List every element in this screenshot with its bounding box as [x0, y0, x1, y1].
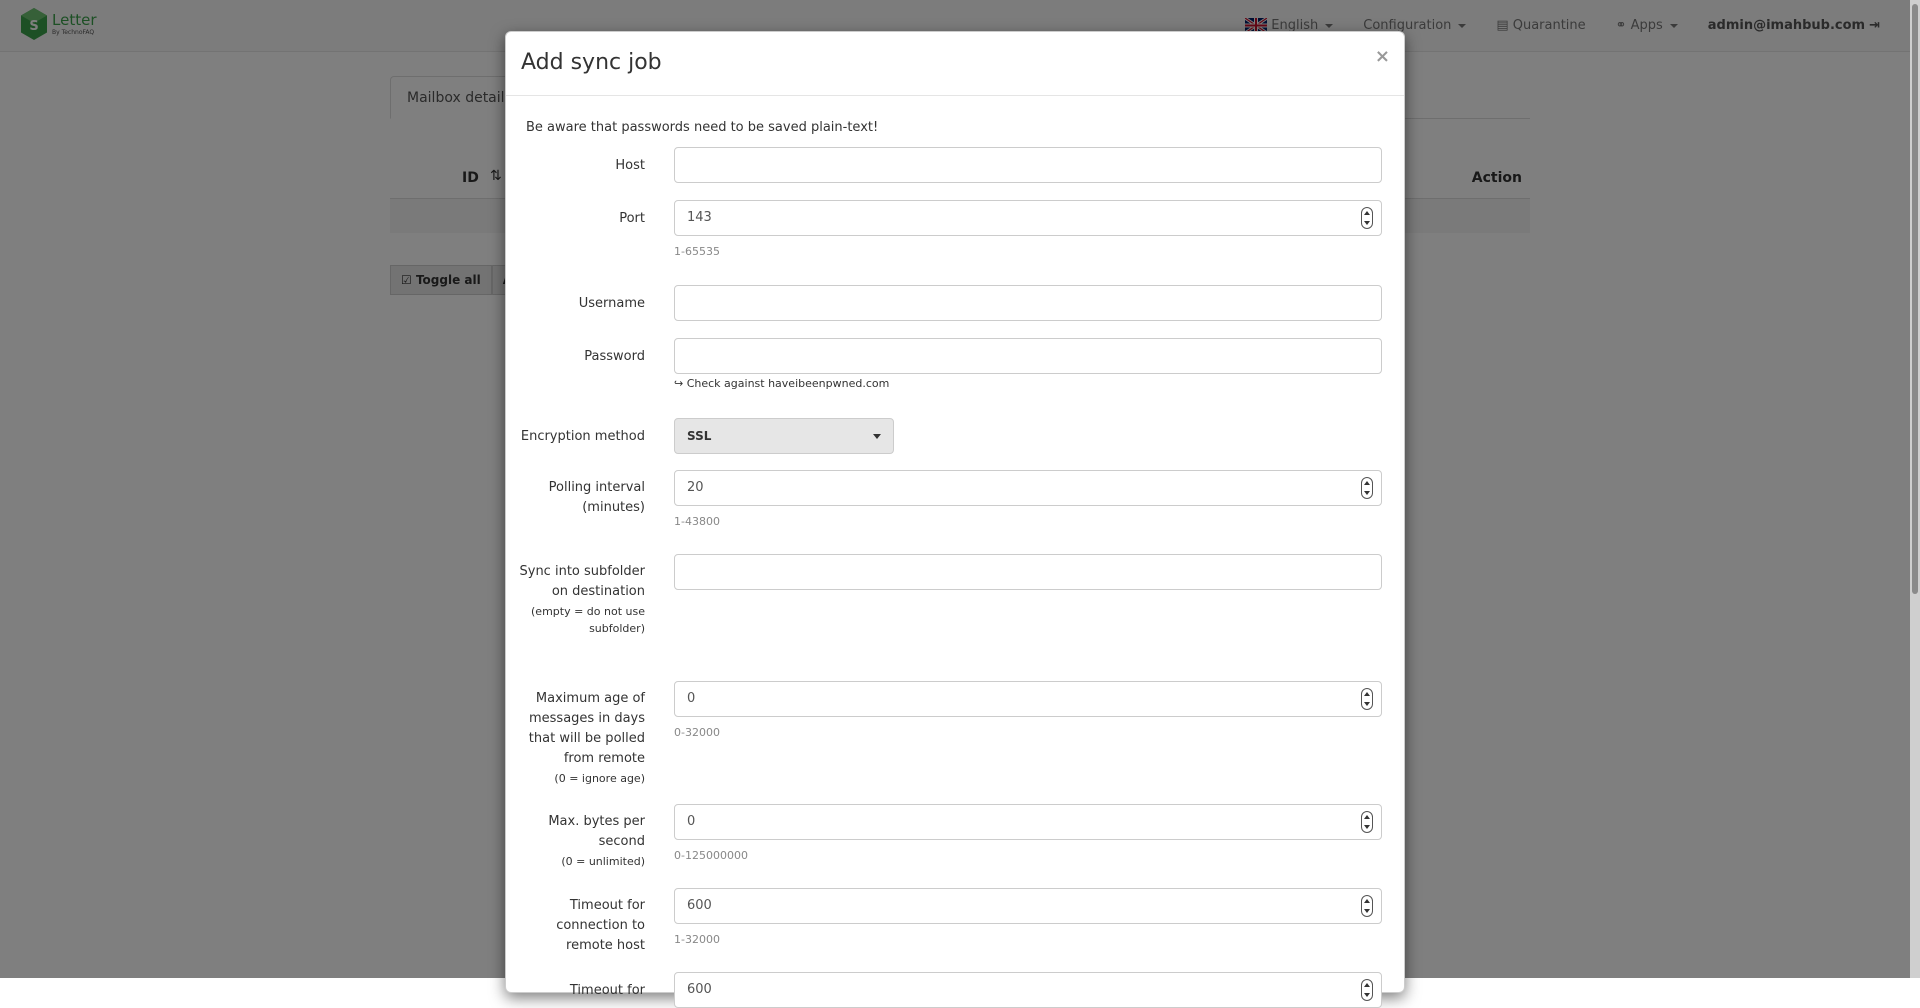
- timeout-local-stepper[interactable]: [1361, 979, 1373, 1001]
- maxage-input[interactable]: 0: [674, 681, 1382, 717]
- modal-title: Add sync job: [521, 50, 662, 75]
- subfolder-label: Sync into subfolder on destination (empt…: [519, 564, 646, 635]
- maxbytes-stepper[interactable]: [1361, 811, 1373, 833]
- polling-value: 20: [687, 480, 704, 495]
- maxbytes-label: Max. bytes per second (0 = unlimited): [548, 814, 645, 868]
- port-value: 143: [687, 210, 712, 225]
- modal-header: Add sync job ×: [506, 32, 1404, 96]
- page-scrollbar[interactable]: [1910, 0, 1920, 978]
- timeout-local-value: 600: [687, 982, 712, 997]
- username-label: Username: [578, 296, 645, 311]
- port-label: Port: [619, 211, 645, 226]
- port-input[interactable]: 143: [674, 200, 1382, 236]
- polling-input[interactable]: 20: [674, 470, 1382, 506]
- timeout-remote-label: Timeout for connection to remote host: [556, 898, 645, 953]
- port-stepper[interactable]: [1361, 207, 1373, 229]
- timeout-remote-stepper[interactable]: [1361, 895, 1373, 917]
- host-label: Host: [615, 158, 645, 173]
- username-input[interactable]: [674, 285, 1382, 321]
- polling-label: Polling interval (minutes): [548, 480, 645, 515]
- close-icon[interactable]: ×: [1375, 46, 1390, 67]
- hibp-check-link[interactable]: ↪ Check against haveibeenpwned.com: [674, 377, 889, 390]
- plain-text-warning: Be aware that passwords need to be saved…: [526, 120, 879, 135]
- port-help: 1-65535: [674, 245, 720, 258]
- timeout-remote-value: 600: [687, 898, 712, 913]
- maxbytes-help: 0-125000000: [674, 849, 748, 862]
- timeout-remote-input[interactable]: 600: [674, 888, 1382, 924]
- timeout-local-label: Timeout for: [569, 983, 645, 998]
- encryption-value: SSL: [687, 429, 712, 443]
- timeout-remote-help: 1-32000: [674, 933, 720, 946]
- password-label: Password: [584, 349, 645, 364]
- encryption-select[interactable]: SSL: [674, 418, 894, 454]
- maxage-label: Maximum age of messages in days that wil…: [528, 691, 645, 785]
- maxbytes-value: 0: [687, 814, 696, 829]
- timeout-local-input[interactable]: 600: [674, 972, 1382, 1008]
- add-sync-job-modal: Add sync job × Be aware that passwords n…: [505, 31, 1405, 1008]
- host-input[interactable]: [674, 147, 1382, 183]
- maxage-value: 0: [687, 691, 696, 706]
- polling-stepper[interactable]: [1361, 477, 1373, 499]
- caret-down-icon: [873, 434, 881, 439]
- polling-help: 1-43800: [674, 515, 720, 528]
- subfolder-input[interactable]: [674, 554, 1382, 590]
- encryption-label: Encryption method: [520, 429, 645, 444]
- maxage-stepper[interactable]: [1361, 688, 1373, 710]
- maxbytes-input[interactable]: 0: [674, 804, 1382, 840]
- scrollbar-thumb[interactable]: [1912, 4, 1918, 594]
- password-input[interactable]: [674, 338, 1382, 374]
- maxage-help: 0-32000: [674, 726, 720, 739]
